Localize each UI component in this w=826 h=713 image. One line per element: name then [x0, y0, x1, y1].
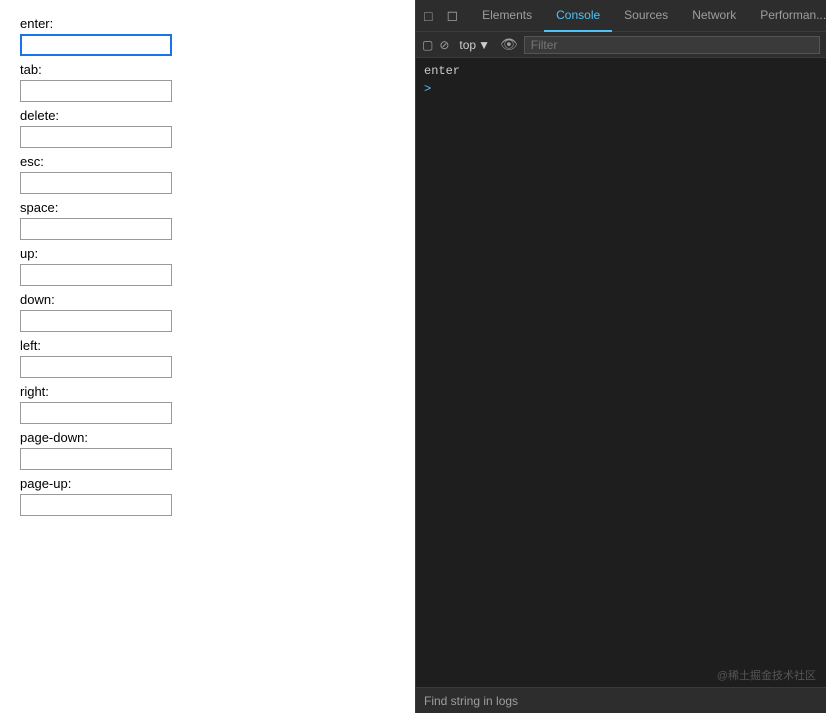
eye-icon[interactable]: 👁 [500, 36, 518, 53]
field-input-left[interactable] [20, 356, 172, 378]
console-output: enter > [416, 58, 826, 687]
filter-input[interactable] [524, 36, 820, 54]
field-group-esc: esc: [20, 154, 395, 194]
devtools-tab-network[interactable]: Network [680, 0, 748, 32]
top-dropdown[interactable]: top ▼ [455, 38, 494, 52]
field-group-enter: enter: [20, 16, 395, 56]
field-label-page-down: page-down: [20, 430, 395, 445]
field-group-page-up: page-up: [20, 476, 395, 516]
field-input-up[interactable] [20, 264, 172, 286]
no-entry-icon[interactable]: ⊘ [439, 38, 449, 52]
field-group-delete: delete: [20, 108, 395, 148]
field-input-delete[interactable] [20, 126, 172, 148]
field-label-delete: delete: [20, 108, 395, 123]
field-input-right[interactable] [20, 402, 172, 424]
devtools-tabs: ElementsConsoleSourcesNetworkPerforman..… [470, 0, 826, 32]
field-label-right: right: [20, 384, 395, 399]
watermark: @稀土掘金技术社区 [717, 667, 816, 683]
field-group-down: down: [20, 292, 395, 332]
devtools-tab-elements[interactable]: Elements [470, 0, 544, 32]
device-icon[interactable]: ◻ [442, 5, 462, 26]
field-input-page-down[interactable] [20, 448, 172, 470]
field-label-esc: esc: [20, 154, 395, 169]
field-group-left: left: [20, 338, 395, 378]
field-label-left: left: [20, 338, 395, 353]
devtools-tab-console[interactable]: Console [544, 0, 612, 32]
field-input-page-up[interactable] [20, 494, 172, 516]
field-group-right: right: [20, 384, 395, 424]
console-entry-line: enter [424, 62, 818, 80]
console-prompt-line: > [424, 80, 818, 98]
field-label-down: down: [20, 292, 395, 307]
field-group-page-down: page-down: [20, 430, 395, 470]
field-group-space: space: [20, 200, 395, 240]
field-label-enter: enter: [20, 16, 395, 31]
dropdown-arrow-icon: ▼ [478, 38, 490, 52]
devtools-icons: □ ◻ [420, 5, 470, 26]
console-toolbar: ▢ ⊘ top ▼ 👁 [416, 32, 826, 58]
field-input-down[interactable] [20, 310, 172, 332]
clear-icon[interactable]: ▢ [422, 38, 433, 52]
field-input-tab[interactable] [20, 80, 172, 102]
fields-container: enter: tab: delete: esc: space: up: down: left:… [20, 16, 395, 516]
field-input-enter[interactable] [20, 34, 172, 56]
devtools-panel: □ ◻ ElementsConsoleSourcesNetworkPerform… [415, 0, 826, 713]
field-input-esc[interactable] [20, 172, 172, 194]
inspect-icon[interactable]: □ [420, 6, 436, 26]
devtools-toolbar: □ ◻ ElementsConsoleSourcesNetworkPerform… [416, 0, 826, 32]
console-enter-text: enter [424, 64, 460, 78]
console-prompt-icon: > [424, 82, 431, 96]
devtools-tab-sources[interactable]: Sources [612, 0, 680, 32]
find-bar-text: Find string in logs [424, 694, 518, 708]
left-panel: enter: tab: delete: esc: space: up: down: left:… [0, 0, 415, 713]
top-label: top [459, 38, 476, 52]
field-label-up: up: [20, 246, 395, 261]
field-group-tab: tab: [20, 62, 395, 102]
field-input-space[interactable] [20, 218, 172, 240]
field-label-page-up: page-up: [20, 476, 395, 491]
field-label-space: space: [20, 200, 395, 215]
field-group-up: up: [20, 246, 395, 286]
console-bottom-bar: Find string in logs [416, 687, 826, 713]
field-label-tab: tab: [20, 62, 395, 77]
devtools-tab-performan---[interactable]: Performan... [748, 0, 826, 32]
